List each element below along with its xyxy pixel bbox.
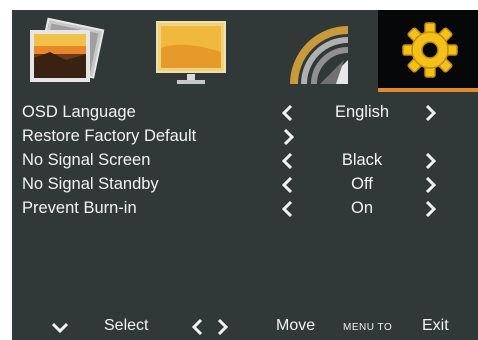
active-tab-indicator (378, 88, 478, 92)
osd-menu: OSD Language English Restore Factory Def… (12, 10, 478, 340)
menu-to-hint-label: MENU TO (343, 322, 393, 333)
tab-bar (12, 10, 478, 92)
menu-row-prevent-burn-in[interactable]: Prevent Burn-in On (12, 198, 478, 220)
chevron-left-icon[interactable] (280, 174, 296, 196)
menu-row-value: English (334, 103, 390, 121)
chevron-right-icon[interactable] (422, 150, 438, 172)
gear-icon (402, 22, 458, 78)
menu-row-no-signal-screen[interactable]: No Signal Screen Black (12, 150, 478, 172)
menu-row-label: No Signal Standby (22, 175, 159, 193)
menu-row-no-signal-standby[interactable]: No Signal Standby Off (12, 174, 478, 196)
chevron-right-icon (217, 319, 228, 335)
menu-row-value: On (350, 199, 373, 217)
tab-wireless[interactable] (262, 10, 372, 92)
menu-row-label: No Signal Screen (22, 151, 151, 169)
menu-row-label: Prevent Burn-in (22, 199, 137, 217)
menu-row-value: Off (351, 175, 373, 193)
chevron-left-icon (192, 319, 203, 335)
exit-hint-label: Exit (422, 317, 449, 334)
chevron-right-icon[interactable] (422, 198, 438, 220)
menu-row-label: Restore Factory Default (22, 127, 197, 145)
menu-row-value: Black (341, 151, 383, 169)
chevron-right-icon[interactable] (280, 126, 296, 148)
photo-icon (30, 17, 105, 82)
chevron-right-icon[interactable] (422, 102, 438, 124)
menu-row-osd-language[interactable]: OSD Language English (12, 102, 478, 124)
select-hint-label: Select (104, 317, 149, 334)
menu-row-restore-factory-default[interactable]: Restore Factory Default (12, 126, 478, 148)
chevron-left-icon[interactable] (280, 102, 296, 124)
tab-display[interactable] (137, 10, 247, 92)
tab-setup[interactable] (378, 10, 478, 92)
chevron-right-icon[interactable] (422, 174, 438, 196)
tab-picture[interactable] (12, 10, 122, 92)
monitor-icon (156, 21, 226, 84)
chevron-left-icon[interactable] (280, 198, 296, 220)
chevron-left-icon[interactable] (280, 150, 296, 172)
hint-bar: Select Move MENU TO Exit (12, 312, 478, 340)
chevron-down-icon (52, 322, 68, 334)
menu-row-label: OSD Language (22, 103, 136, 121)
signal-icon (290, 26, 349, 85)
move-hint-label: Move (276, 317, 316, 334)
